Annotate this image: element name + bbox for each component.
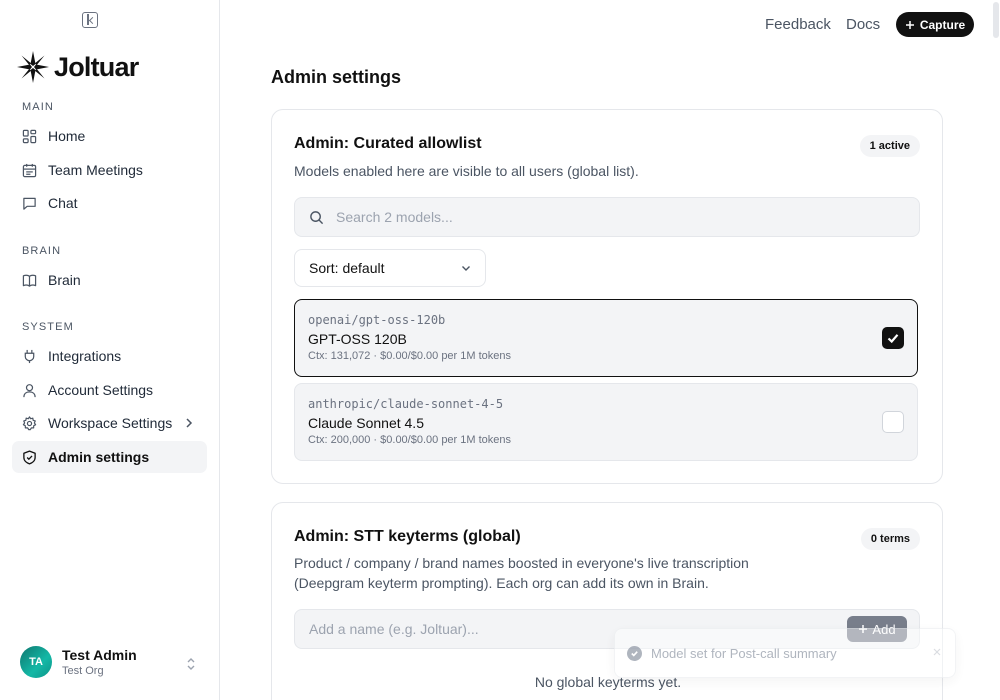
model-checkbox[interactable] xyxy=(882,327,904,349)
grid-icon xyxy=(22,129,37,143)
allowlist-card: Admin: Curated allowlist 1 active Models… xyxy=(271,109,943,484)
avatar: TA xyxy=(20,646,52,678)
section-label-system: SYSTEM xyxy=(22,321,74,333)
shield-icon xyxy=(23,449,36,465)
section-label-brain: BRAIN xyxy=(22,245,62,257)
model-id: anthropic/claude-sonnet-4-5 xyxy=(308,397,504,411)
docs-link[interactable]: Docs xyxy=(846,16,880,33)
model-name: GPT-OSS 120B xyxy=(308,331,407,347)
sidebar-item-label: Integrations xyxy=(48,348,122,364)
keyterms-description-line1: Product / company / brand names boosted … xyxy=(294,555,749,571)
model-row-claude-sonnet-4-5[interactable]: anthropic/claude-sonnet-4-5 Claude Sonne… xyxy=(294,383,918,461)
success-check-icon xyxy=(627,645,642,661)
capture-button[interactable]: Capture xyxy=(896,12,974,37)
sidebar-item-label: Account Settings xyxy=(48,382,154,398)
user-icon xyxy=(23,383,36,397)
feedback-link[interactable]: Feedback xyxy=(765,16,831,33)
sidebar: Joltuar MAIN Home Team Meetings Chat BRA… xyxy=(0,0,220,700)
terms-count-badge: 0 terms xyxy=(860,528,920,550)
model-meta: Ctx: 131,072 · $0.00/$0.00 per 1M tokens xyxy=(308,350,512,362)
sidebar-item-brain[interactable]: Brain xyxy=(12,264,207,296)
sidebar-item-home[interactable]: Home xyxy=(12,120,207,152)
chevrons-up-down-icon[interactable] xyxy=(185,656,197,672)
sidebar-collapse-icon[interactable] xyxy=(82,12,98,28)
model-name: Claude Sonnet 4.5 xyxy=(308,415,424,431)
scrollbar-thumb[interactable] xyxy=(993,2,999,38)
sidebar-item-label: Chat xyxy=(48,195,78,211)
section-label-main: MAIN xyxy=(22,101,54,113)
user-name: Test Admin xyxy=(62,647,137,663)
sidebar-item-workspace-settings[interactable]: Workspace Settings xyxy=(12,407,207,439)
sidebar-item-team-meetings[interactable]: Team Meetings xyxy=(12,154,207,186)
sidebar-item-label: Team Meetings xyxy=(48,162,143,178)
toast-notification: Model set for Post-call summary xyxy=(614,628,956,678)
toast-message: Model set for Post-call summary xyxy=(651,645,837,661)
model-meta: Ctx: 200,000 · $0.00/$0.00 per 1M tokens xyxy=(308,434,512,446)
message-icon xyxy=(23,197,36,210)
keyterms-title: Admin: STT keyterms (global) xyxy=(294,528,521,545)
book-icon xyxy=(22,274,37,287)
model-search-input[interactable]: Search 2 models... xyxy=(294,197,920,237)
user-menu[interactable]: TA Test Admin Test Org xyxy=(20,646,137,678)
logo[interactable]: Joltuar xyxy=(16,50,139,84)
sidebar-item-label: Admin settings xyxy=(48,449,150,465)
allowlist-description: Models enabled here are visible to all u… xyxy=(294,163,639,179)
sort-label: Sort: default xyxy=(309,260,385,276)
sort-select[interactable]: Sort: default xyxy=(294,249,486,287)
sidebar-item-admin-settings[interactable]: Admin settings xyxy=(12,441,207,473)
model-id: openai/gpt-oss-120b xyxy=(308,313,446,327)
sidebar-item-chat[interactable]: Chat xyxy=(12,187,207,219)
gear-icon xyxy=(22,415,37,430)
allowlist-title: Admin: Curated allowlist xyxy=(294,135,482,152)
capture-label: Capture xyxy=(919,17,966,32)
check-icon xyxy=(887,334,899,344)
sidebar-item-label: Brain xyxy=(48,272,81,288)
model-row-gpt-oss-120b[interactable]: openai/gpt-oss-120b GPT-OSS 120B Ctx: 13… xyxy=(294,299,918,377)
chevron-down-icon xyxy=(462,266,470,271)
calendar-icon xyxy=(22,163,37,177)
model-checkbox[interactable] xyxy=(882,411,904,433)
page-title: Admin settings xyxy=(271,67,402,87)
user-org: Test Org xyxy=(62,665,104,677)
sidebar-item-integrations[interactable]: Integrations xyxy=(12,340,207,372)
sidebar-item-label: Workspace Settings xyxy=(48,415,173,431)
sidebar-item-account-settings[interactable]: Account Settings xyxy=(12,374,207,406)
search-icon xyxy=(310,210,324,224)
logo-text: Joltuar xyxy=(54,51,139,82)
plus-icon xyxy=(905,20,914,29)
close-icon[interactable] xyxy=(933,648,941,656)
keyterm-placeholder: Add a name (e.g. Joltuar)... xyxy=(309,621,479,637)
search-placeholder: Search 2 models... xyxy=(336,209,453,225)
plug-icon xyxy=(24,349,35,363)
logo-mark-icon xyxy=(17,51,49,83)
sidebar-item-label: Home xyxy=(48,128,86,144)
keyterms-description-line2: (Deepgram keyterm prompting). Each org c… xyxy=(294,575,709,591)
chevron-right-icon xyxy=(186,418,193,428)
active-count-badge: 1 active xyxy=(859,135,920,157)
